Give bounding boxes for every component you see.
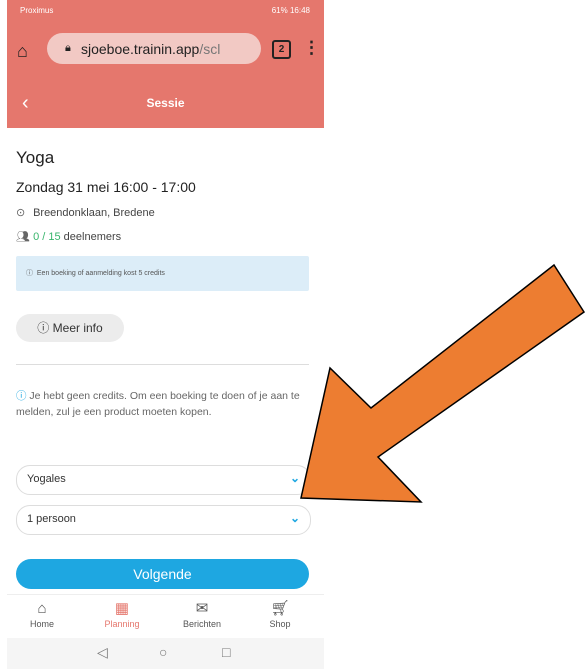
credits-notice: ⓘ Een boeking of aanmelding kost 5 credi… [16, 256, 309, 291]
status-bar: Proximus 61% 16:48 [7, 0, 324, 22]
no-credits-text: Je hebt geen credits. Om een boeking te … [16, 390, 300, 418]
product-select-value: Yogales [27, 473, 66, 485]
location-row: ⊙ Breendonklaan, Bredene [16, 206, 155, 219]
nav-home-label: Home [29, 619, 54, 629]
tabs-button[interactable]: 2 [272, 40, 291, 59]
info-icon: ⓘ [37, 321, 50, 335]
more-info-label: Meer info [52, 321, 103, 335]
url-text: sjoeboe.trainin.app/scl [81, 41, 220, 57]
credits-notice-text: Een boeking of aanmelding kost 5 credits [36, 270, 165, 277]
system-home-icon[interactable]: ○ [159, 644, 167, 660]
url-main: sjoeboe.trainin.app [81, 41, 200, 57]
next-button[interactable]: Volgende [16, 559, 309, 589]
credits-notice-row: ⓘ Een boeking of aanmelding kost 5 credi… [26, 268, 165, 278]
chevron-down-icon: ⌄ [289, 511, 300, 525]
participants-count: 0 / 15 [33, 231, 61, 243]
system-nav-bar: ◁ ○ □ [7, 638, 324, 669]
participants-label: deelnemers [63, 231, 122, 243]
nav-planning-label: Planning [104, 619, 140, 629]
location-pin-icon: ⊙ [16, 207, 26, 219]
nav-messages[interactable]: ✉ Berichten [167, 599, 237, 629]
system-recents-icon[interactable]: □ [222, 644, 230, 660]
more-info-button[interactable]: ⓘ Meer info [16, 314, 124, 342]
page-title: Sessie [146, 96, 185, 110]
carrier-label: Proximus [20, 6, 54, 15]
address-bar[interactable]: 🔒︎ sjoeboe.trainin.app/scl [47, 33, 261, 64]
app-header: ‹ Sessie [7, 80, 324, 128]
chevron-down-icon: ⌄ [289, 471, 300, 485]
url-rest: /scl [199, 41, 221, 57]
more-menu-icon[interactable]: ⋮ [303, 38, 320, 58]
persons-select[interactable]: 1 persoon ⌄ [16, 505, 311, 535]
people-icon: 👥︎ [16, 231, 30, 243]
session-name: Yoga [16, 148, 55, 167]
nav-home[interactable]: ⌂ Home [7, 599, 77, 629]
nav-shop-label: Shop [269, 619, 291, 629]
cart-icon: 🛒︎ [270, 600, 290, 617]
info-icon: ⓘ [16, 390, 27, 402]
home-icon[interactable]: ⌂ [17, 41, 37, 61]
lock-icon: 🔒︎ [65, 42, 71, 54]
system-back-icon[interactable]: ◁ [97, 644, 108, 661]
session-datetime: Zondag 31 mei 16:00 - 17:00 [16, 179, 196, 195]
nav-shop[interactable]: 🛒︎ Shop [245, 599, 315, 629]
participants-row: 👥︎ 0 / 15 deelnemers [16, 230, 121, 243]
bottom-nav: ⌂ Home ▦ Planning ✉ Berichten 🛒︎ Shop [7, 594, 324, 638]
no-credits-note: ⓘ Je hebt geen credits. Om een boeking t… [16, 388, 311, 420]
calendar-icon: ▦ [114, 600, 130, 617]
mail-icon: ✉ [195, 600, 209, 617]
info-icon: ⓘ [26, 270, 33, 277]
battery-time: 61% 16:48 [271, 6, 310, 15]
location-text: Breendonklaan, Bredene [33, 207, 155, 219]
browser-toolbar: ⌂ 🔒︎ sjoeboe.trainin.app/scl 2 ⋮ [7, 22, 324, 80]
nav-planning[interactable]: ▦ Planning [87, 599, 157, 629]
phone-screen: Proximus 61% 16:48 ⌂ 🔒︎ sjoeboe.trainin.… [7, 0, 324, 669]
home-icon: ⌂ [37, 600, 47, 617]
product-select[interactable]: Yogales ⌄ [16, 465, 311, 495]
nav-messages-label: Berichten [182, 619, 222, 629]
divider [16, 364, 309, 365]
persons-select-value: 1 persoon [27, 513, 76, 525]
